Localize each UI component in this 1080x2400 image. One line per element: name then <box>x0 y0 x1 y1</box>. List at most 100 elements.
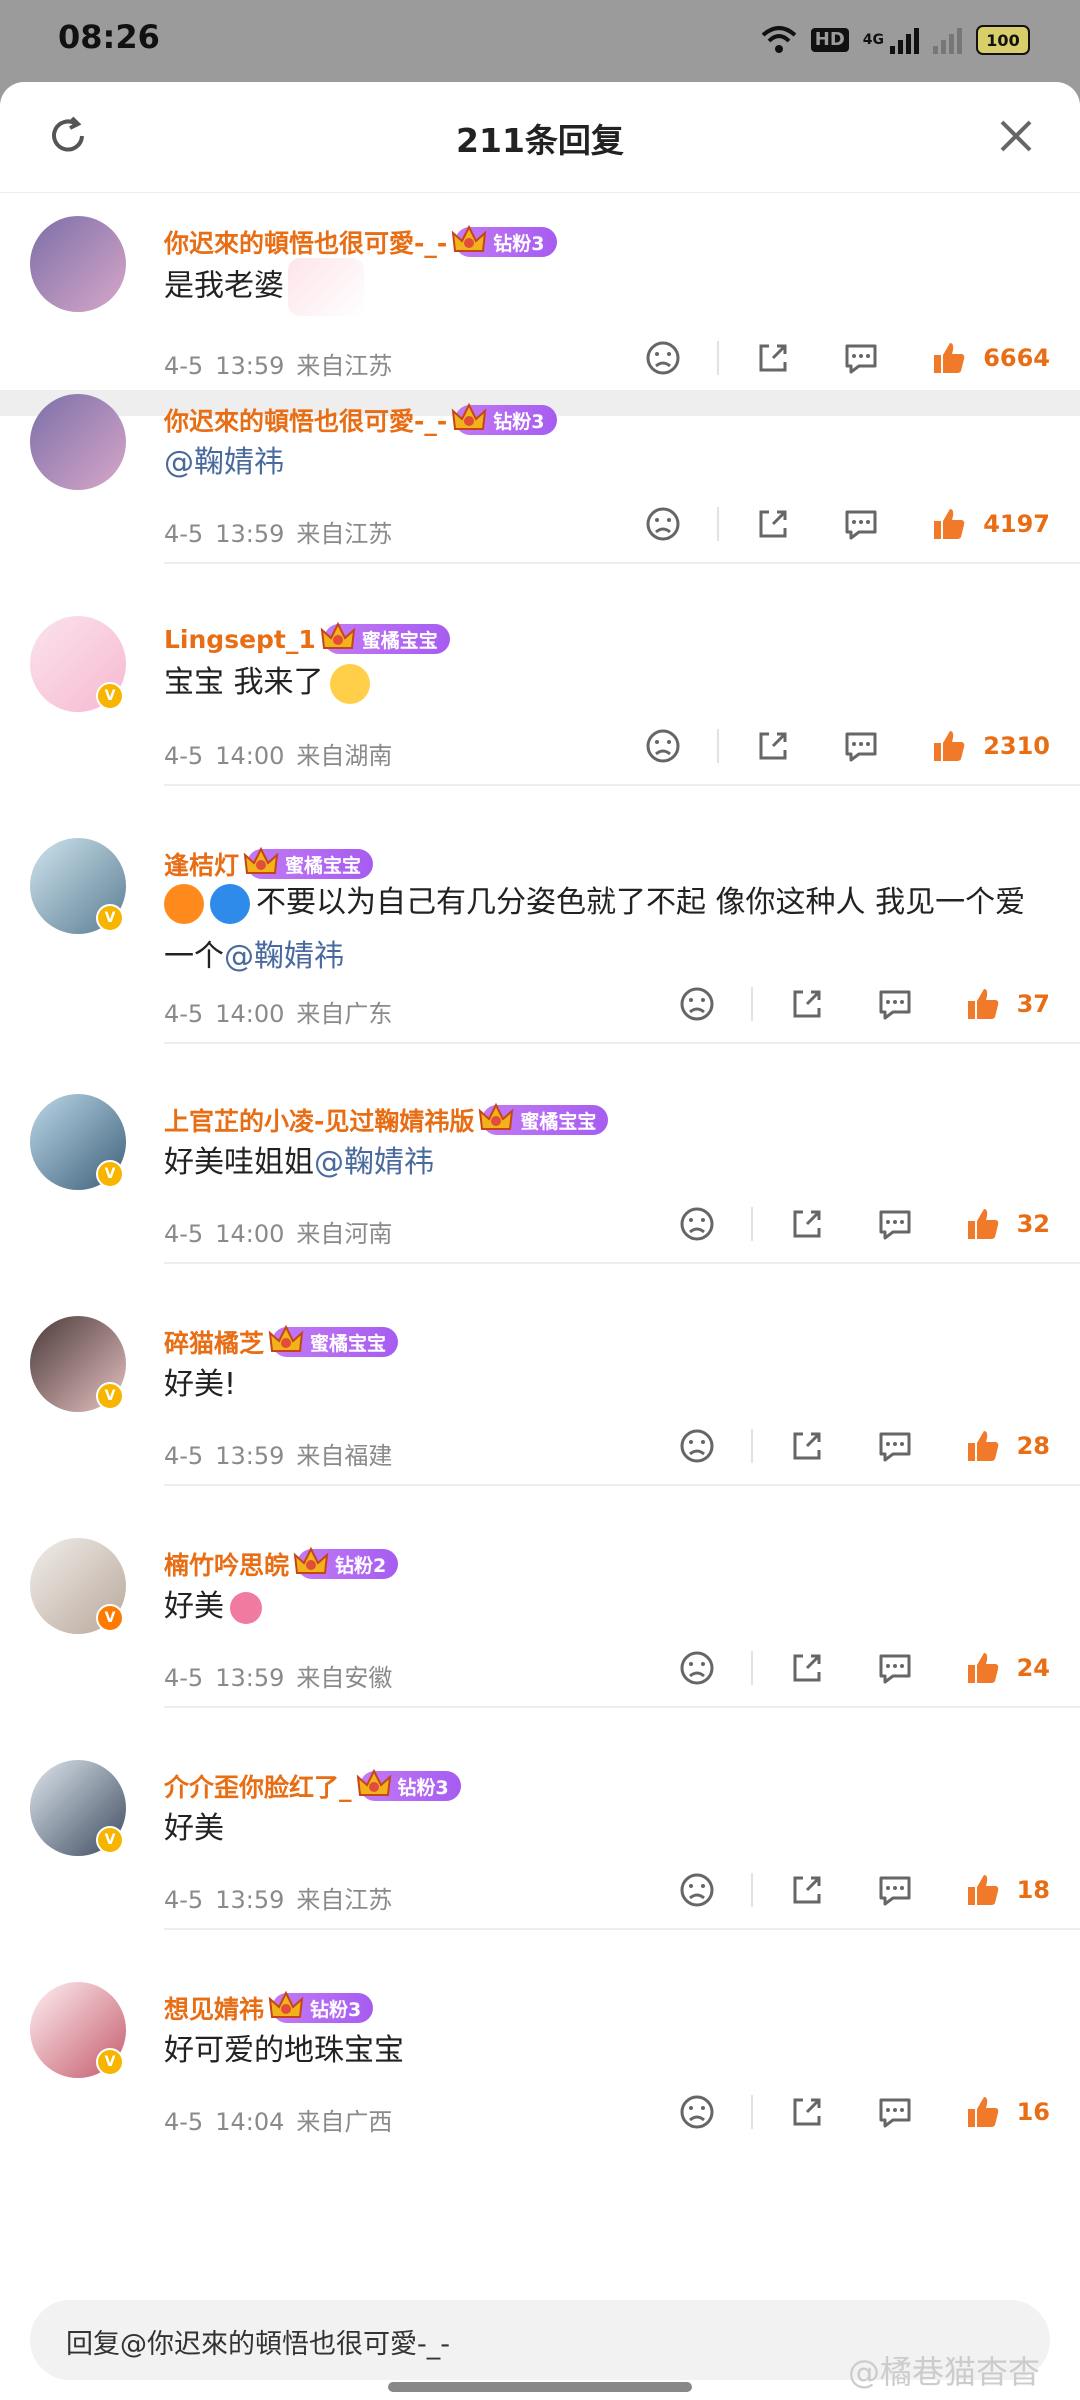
row-divider <box>164 1262 1080 1264</box>
dislike-icon[interactable] <box>677 984 717 1024</box>
comment-actions: 32 <box>677 1202 1050 1246</box>
wifi-icon <box>761 26 797 53</box>
close-icon[interactable] <box>994 114 1038 158</box>
avatar[interactable]: V <box>30 1316 126 1412</box>
share-icon[interactable] <box>753 338 793 378</box>
avatar[interactable]: V <box>30 1094 126 1190</box>
row-divider <box>164 1928 1080 1930</box>
comment-body: 好美哇姐姐@鞠婧祎 <box>164 1136 1040 1190</box>
comment-actions: 24 <box>677 1646 1050 1690</box>
comment-item[interactable]: V Lingsept_1 蜜橘宝宝 宝宝 我来了 4-5 14:00 来自湖南 2310 <box>0 616 1080 814</box>
comment-icon[interactable] <box>875 1204 915 1244</box>
like-icon[interactable] <box>929 726 969 766</box>
like-count: 24 <box>1016 1654 1050 1682</box>
dislike-icon[interactable] <box>643 504 683 544</box>
share-icon[interactable] <box>753 504 793 544</box>
comment-body: 不要以为自己有几分姿色就了不起 像你这种人 我见一个爱一个@鞠婧祎 <box>164 876 1040 984</box>
status-time: 08:26 <box>58 18 160 56</box>
comment-icon[interactable] <box>875 2092 915 2132</box>
crown-icon <box>356 1768 391 1796</box>
mention-link[interactable]: @鞠婧祎 <box>224 939 344 974</box>
comment-body: 是我老婆 <box>164 258 1040 316</box>
comment-location: 来自广西 <box>296 2108 393 2136</box>
comment-icon[interactable] <box>875 1870 915 1910</box>
comment-meta: 4-5 13:59 来自江苏 <box>164 1880 404 1915</box>
share-icon[interactable] <box>787 1204 827 1244</box>
share-icon[interactable] <box>787 2092 827 2132</box>
comment-icon[interactable] <box>841 338 881 378</box>
avatar[interactable] <box>30 216 126 312</box>
comment-item[interactable]: V 逢桔灯 蜜橘宝宝 不要以为自己有几分姿色就了不起 像你这种人 我见一个爱一个@鞠婧… <box>0 838 1080 1072</box>
fan-badge: 钻粉3 <box>356 1768 461 1801</box>
comment-icon[interactable] <box>841 504 881 544</box>
username[interactable]: 你迟來的頓悟也很可愛-_- 钻粉3 <box>164 224 557 260</box>
username[interactable]: 楠竹吟思皖 钻粉2 <box>164 1546 399 1582</box>
like-count: 32 <box>1016 1210 1050 1238</box>
dislike-icon[interactable] <box>677 1648 717 1688</box>
fan-badge: 钻粉3 <box>268 1990 374 2023</box>
comment-item[interactable]: 你迟來的頓悟也很可愛-_- 钻粉3 是我老婆 4-5 13:59 来自江苏 6664 <box>0 192 1080 420</box>
comment-item[interactable]: V 上官芷的小凌-见过鞠婧祎版 蜜橘宝宝 好美哇姐姐@鞠婧祎 4-5 14:00 来自河南 3… <box>0 1094 1080 1292</box>
comment-time: 13:59 <box>215 1442 285 1470</box>
share-icon[interactable] <box>787 984 827 1024</box>
row-divider <box>164 562 1080 564</box>
heart-emoji-icon <box>210 883 250 924</box>
share-icon[interactable] <box>787 1870 827 1910</box>
mention-link[interactable]: @鞠婧祎 <box>314 1145 434 1180</box>
comment-item[interactable]: V 介介歪你脸红了_ 钻粉3 好美 4-5 13:59 来自江苏 18 <box>0 1760 1080 1958</box>
like-count: 28 <box>1016 1432 1050 1460</box>
comment-meta: 4-5 14:00 来自广东 <box>164 994 404 1029</box>
comment-item[interactable]: V 碎猫橘芝 蜜橘宝宝 好美! 4-5 13:59 来自福建 28 <box>0 1316 1080 1514</box>
share-icon[interactable] <box>753 726 793 766</box>
avatar[interactable]: V <box>30 1760 126 1856</box>
comment-text: 好美 <box>164 1811 224 1846</box>
reply-placeholder: 回复@你迟來的頓悟也很可愛-_- <box>66 2329 450 2360</box>
like-icon[interactable] <box>963 1870 1003 1910</box>
dislike-icon[interactable] <box>643 338 683 378</box>
avatar[interactable]: V <box>30 1538 126 1634</box>
comment-date: 4-5 <box>164 1664 204 1692</box>
username[interactable]: Lingsept_1 蜜橘宝宝 <box>164 621 450 654</box>
username[interactable]: 上官芷的小凌-见过鞠婧祎版 蜜橘宝宝 <box>164 1102 609 1138</box>
comment-location: 来自江苏 <box>296 352 393 380</box>
comment-icon[interactable] <box>875 1648 915 1688</box>
dislike-icon[interactable] <box>677 2092 717 2132</box>
comment-icon[interactable] <box>841 726 881 766</box>
like-icon[interactable] <box>963 1648 1003 1688</box>
dislike-icon[interactable] <box>677 1204 717 1244</box>
share-icon[interactable] <box>787 1648 827 1688</box>
comment-location: 来自河南 <box>296 1220 393 1248</box>
username[interactable]: 你迟來的頓悟也很可愛-_- 钻粉3 <box>164 402 557 438</box>
like-count: 18 <box>1016 1876 1050 1904</box>
dislike-icon[interactable] <box>677 1870 717 1910</box>
username[interactable]: 介介歪你脸红了_ 钻粉3 <box>164 1768 461 1804</box>
like-icon[interactable] <box>929 504 969 544</box>
username[interactable]: 碎猫橘芝 蜜橘宝宝 <box>164 1324 399 1360</box>
like-count: 37 <box>1016 990 1050 1018</box>
share-icon[interactable] <box>787 1426 827 1466</box>
comment-icon[interactable] <box>875 1426 915 1466</box>
dislike-icon[interactable] <box>677 1426 717 1466</box>
like-icon[interactable] <box>963 1204 1003 1244</box>
avatar[interactable] <box>30 394 126 490</box>
like-icon[interactable] <box>963 2092 1003 2132</box>
comment-icon[interactable] <box>875 984 915 1024</box>
like-icon[interactable] <box>963 1426 1003 1466</box>
home-indicator[interactable] <box>388 2382 692 2392</box>
mention-link[interactable]: @鞠婧祎 <box>164 445 284 480</box>
username[interactable]: 想见婧祎 钻粉3 <box>164 1990 374 2026</box>
crown-icon <box>320 621 356 649</box>
dislike-icon[interactable] <box>643 726 683 766</box>
action-divider <box>717 507 720 541</box>
hd-icon: HD <box>810 28 849 52</box>
avatar[interactable]: V <box>30 616 126 712</box>
like-icon[interactable] <box>963 984 1003 1024</box>
verified-badge: V <box>96 1382 124 1410</box>
comment-item[interactable]: 你迟來的頓悟也很可愛-_- 钻粉3 @鞠婧祎 4-5 13:59 来自江苏 4197 <box>0 394 1080 592</box>
like-icon[interactable] <box>929 338 969 378</box>
avatar[interactable]: V <box>30 1982 126 2078</box>
comment-item[interactable]: V 楠竹吟思皖 钻粉2 好美 4-5 13:59 来自安徽 24 <box>0 1538 1080 1736</box>
comment-meta: 4-5 13:59 来自福建 <box>164 1436 404 1471</box>
comment-actions: 2310 <box>643 724 1050 768</box>
avatar[interactable]: V <box>30 838 126 934</box>
